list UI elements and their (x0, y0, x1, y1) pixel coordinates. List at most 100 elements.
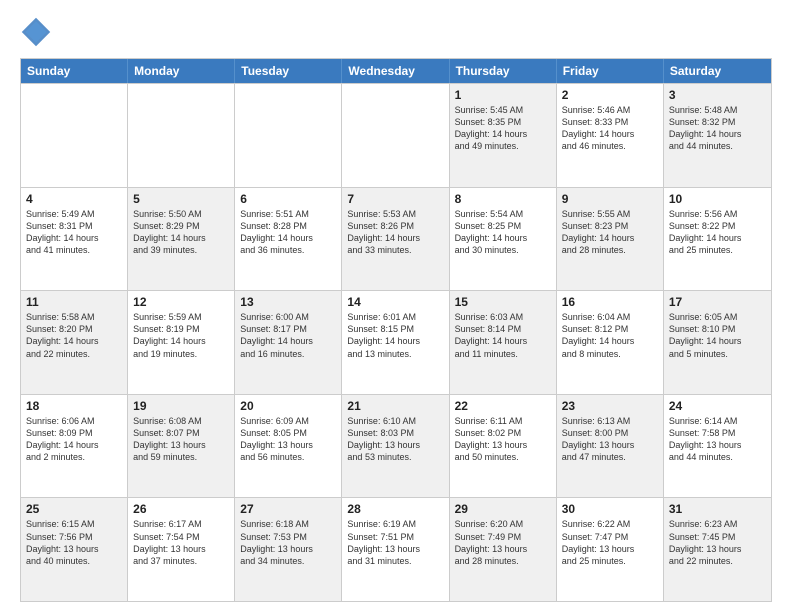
header-day-tuesday: Tuesday (235, 59, 342, 83)
day-number: 20 (240, 399, 336, 413)
cal-cell: 7 Sunrise: 5:53 AM Sunset: 8:26 PM Daylig… (342, 188, 449, 291)
cal-cell: 13 Sunrise: 6:00 AM Sunset: 8:17 PM Dayli… (235, 291, 342, 394)
header-day-sunday: Sunday (21, 59, 128, 83)
calendar-row-0: 1Sunrise: 5:45 AM Sunset: 8:35 PM Daylig… (21, 83, 771, 187)
cell-info: Sunrise: 6:06 AM Sunset: 8:09 PM Dayligh… (26, 415, 122, 464)
header-day-friday: Friday (557, 59, 664, 83)
cal-cell: 18 Sunrise: 6:06 AM Sunset: 8:09 PM Dayli… (21, 395, 128, 498)
day-number: 23 (562, 399, 658, 413)
cell-info: Sunrise: 5:46 AM Sunset: 8:33 PM Dayligh… (562, 104, 658, 153)
cal-cell: 28Sunrise: 6:19 AM Sunset: 7:51 PM Dayli… (342, 498, 449, 601)
cal-cell: 11Sunrise: 5:58 AM Sunset: 8:20 PM Dayli… (21, 291, 128, 394)
day-number: 24 (669, 399, 766, 413)
cal-cell: 25 Sunrise: 6:15 AM Sunset: 7:56 PM Dayli… (21, 498, 128, 601)
cell-info: Sunrise: 6:01 AM Sunset: 8:15 PM Dayligh… (347, 311, 443, 360)
day-number: 22 (455, 399, 551, 413)
logo-icon (20, 16, 52, 48)
cell-info: Sunrise: 6:20 AM Sunset: 7:49 PM Dayligh… (455, 518, 551, 567)
cell-info: Sunrise: 6:17 AM Sunset: 7:54 PM Dayligh… (133, 518, 229, 567)
calendar-row-2: 11Sunrise: 5:58 AM Sunset: 8:20 PM Dayli… (21, 290, 771, 394)
cal-cell: 24 Sunrise: 6:14 AM Sunset: 7:58 PM Dayli… (664, 395, 771, 498)
cell-info: Sunrise: 5:50 AM Sunset: 8:29 PM Dayligh… (133, 208, 229, 257)
day-number: 2 (562, 88, 658, 102)
header-day-thursday: Thursday (450, 59, 557, 83)
cell-info: Sunrise: 6:23 AM Sunset: 7:45 PM Dayligh… (669, 518, 766, 567)
day-number: 4 (26, 192, 122, 206)
day-number: 9 (562, 192, 658, 206)
cell-info: Sunrise: 6:13 AM Sunset: 8:00 PM Dayligh… (562, 415, 658, 464)
cal-cell: 6 Sunrise: 5:51 AM Sunset: 8:28 PM Daylig… (235, 188, 342, 291)
cal-cell: 10 Sunrise: 5:56 AM Sunset: 8:22 PM Dayli… (664, 188, 771, 291)
cal-cell: 5 Sunrise: 5:50 AM Sunset: 8:29 PM Daylig… (128, 188, 235, 291)
cal-cell: 20Sunrise: 6:09 AM Sunset: 8:05 PM Dayli… (235, 395, 342, 498)
day-number: 31 (669, 502, 766, 516)
calendar-row-4: 25 Sunrise: 6:15 AM Sunset: 7:56 PM Dayli… (21, 497, 771, 601)
calendar: SundayMondayTuesdayWednesdayThursdayFrid… (20, 58, 772, 602)
header (20, 16, 772, 48)
day-number: 29 (455, 502, 551, 516)
cal-cell: 17Sunrise: 6:05 AM Sunset: 8:10 PM Dayli… (664, 291, 771, 394)
cal-cell: 4 Sunrise: 5:49 AM Sunset: 8:31 PM Daylig… (21, 188, 128, 291)
cell-info: Sunrise: 6:14 AM Sunset: 7:58 PM Dayligh… (669, 415, 766, 464)
calendar-row-1: 4 Sunrise: 5:49 AM Sunset: 8:31 PM Daylig… (21, 187, 771, 291)
day-number: 17 (669, 295, 766, 309)
cal-cell: 12Sunrise: 5:59 AM Sunset: 8:19 PM Dayli… (128, 291, 235, 394)
calendar-header: SundayMondayTuesdayWednesdayThursdayFrid… (21, 59, 771, 83)
cell-info: Sunrise: 6:11 AM Sunset: 8:02 PM Dayligh… (455, 415, 551, 464)
day-number: 8 (455, 192, 551, 206)
day-number: 7 (347, 192, 443, 206)
cell-info: Sunrise: 5:51 AM Sunset: 8:28 PM Dayligh… (240, 208, 336, 257)
cell-info: Sunrise: 5:48 AM Sunset: 8:32 PM Dayligh… (669, 104, 766, 153)
cell-info: Sunrise: 6:22 AM Sunset: 7:47 PM Dayligh… (562, 518, 658, 567)
cal-cell: 23 Sunrise: 6:13 AM Sunset: 8:00 PM Dayli… (557, 395, 664, 498)
day-number: 26 (133, 502, 229, 516)
day-number: 6 (240, 192, 336, 206)
cell-info: Sunrise: 6:15 AM Sunset: 7:56 PM Dayligh… (26, 518, 122, 567)
cell-info: Sunrise: 5:54 AM Sunset: 8:25 PM Dayligh… (455, 208, 551, 257)
cell-info: Sunrise: 6:00 AM Sunset: 8:17 PM Dayligh… (240, 311, 336, 360)
header-day-saturday: Saturday (664, 59, 771, 83)
cell-info: Sunrise: 6:08 AM Sunset: 8:07 PM Dayligh… (133, 415, 229, 464)
day-number: 11 (26, 295, 122, 309)
cal-cell: 14 Sunrise: 6:01 AM Sunset: 8:15 PM Dayli… (342, 291, 449, 394)
day-number: 14 (347, 295, 443, 309)
day-number: 18 (26, 399, 122, 413)
cal-cell: 22 Sunrise: 6:11 AM Sunset: 8:02 PM Dayli… (450, 395, 557, 498)
day-number: 21 (347, 399, 443, 413)
cell-info: Sunrise: 5:56 AM Sunset: 8:22 PM Dayligh… (669, 208, 766, 257)
cal-cell: 9 Sunrise: 5:55 AM Sunset: 8:23 PM Daylig… (557, 188, 664, 291)
cal-cell: 3 Sunrise: 5:48 AM Sunset: 8:32 PM Daylig… (664, 84, 771, 187)
day-number: 19 (133, 399, 229, 413)
cal-cell: 8 Sunrise: 5:54 AM Sunset: 8:25 PM Daylig… (450, 188, 557, 291)
day-number: 15 (455, 295, 551, 309)
day-number: 30 (562, 502, 658, 516)
cal-cell: 30 Sunrise: 6:22 AM Sunset: 7:47 PM Dayli… (557, 498, 664, 601)
cell-info: Sunrise: 6:10 AM Sunset: 8:03 PM Dayligh… (347, 415, 443, 464)
cal-cell (128, 84, 235, 187)
cell-info: Sunrise: 5:55 AM Sunset: 8:23 PM Dayligh… (562, 208, 658, 257)
cal-cell: 27Sunrise: 6:18 AM Sunset: 7:53 PM Dayli… (235, 498, 342, 601)
cal-cell (342, 84, 449, 187)
cal-cell: 1Sunrise: 5:45 AM Sunset: 8:35 PM Daylig… (450, 84, 557, 187)
cal-cell: 19 Sunrise: 6:08 AM Sunset: 8:07 PM Dayli… (128, 395, 235, 498)
calendar-body: 1Sunrise: 5:45 AM Sunset: 8:35 PM Daylig… (21, 83, 771, 601)
cell-info: Sunrise: 5:49 AM Sunset: 8:31 PM Dayligh… (26, 208, 122, 257)
day-number: 10 (669, 192, 766, 206)
cal-cell: 21 Sunrise: 6:10 AM Sunset: 8:03 PM Dayli… (342, 395, 449, 498)
cal-cell: 2 Sunrise: 5:46 AM Sunset: 8:33 PM Daylig… (557, 84, 664, 187)
page: SundayMondayTuesdayWednesdayThursdayFrid… (0, 0, 792, 612)
day-number: 25 (26, 502, 122, 516)
cal-cell: 29 Sunrise: 6:20 AM Sunset: 7:49 PM Dayli… (450, 498, 557, 601)
cell-info: Sunrise: 6:19 AM Sunset: 7:51 PM Dayligh… (347, 518, 443, 567)
day-number: 13 (240, 295, 336, 309)
day-number: 5 (133, 192, 229, 206)
day-number: 16 (562, 295, 658, 309)
day-number: 1 (455, 88, 551, 102)
cal-cell (21, 84, 128, 187)
cal-cell: 16 Sunrise: 6:04 AM Sunset: 8:12 PM Dayli… (557, 291, 664, 394)
cal-cell: 26 Sunrise: 6:17 AM Sunset: 7:54 PM Dayli… (128, 498, 235, 601)
cell-info: Sunrise: 5:53 AM Sunset: 8:26 PM Dayligh… (347, 208, 443, 257)
cell-info: Sunrise: 6:04 AM Sunset: 8:12 PM Dayligh… (562, 311, 658, 360)
cal-cell: 15Sunrise: 6:03 AM Sunset: 8:14 PM Dayli… (450, 291, 557, 394)
day-number: 3 (669, 88, 766, 102)
